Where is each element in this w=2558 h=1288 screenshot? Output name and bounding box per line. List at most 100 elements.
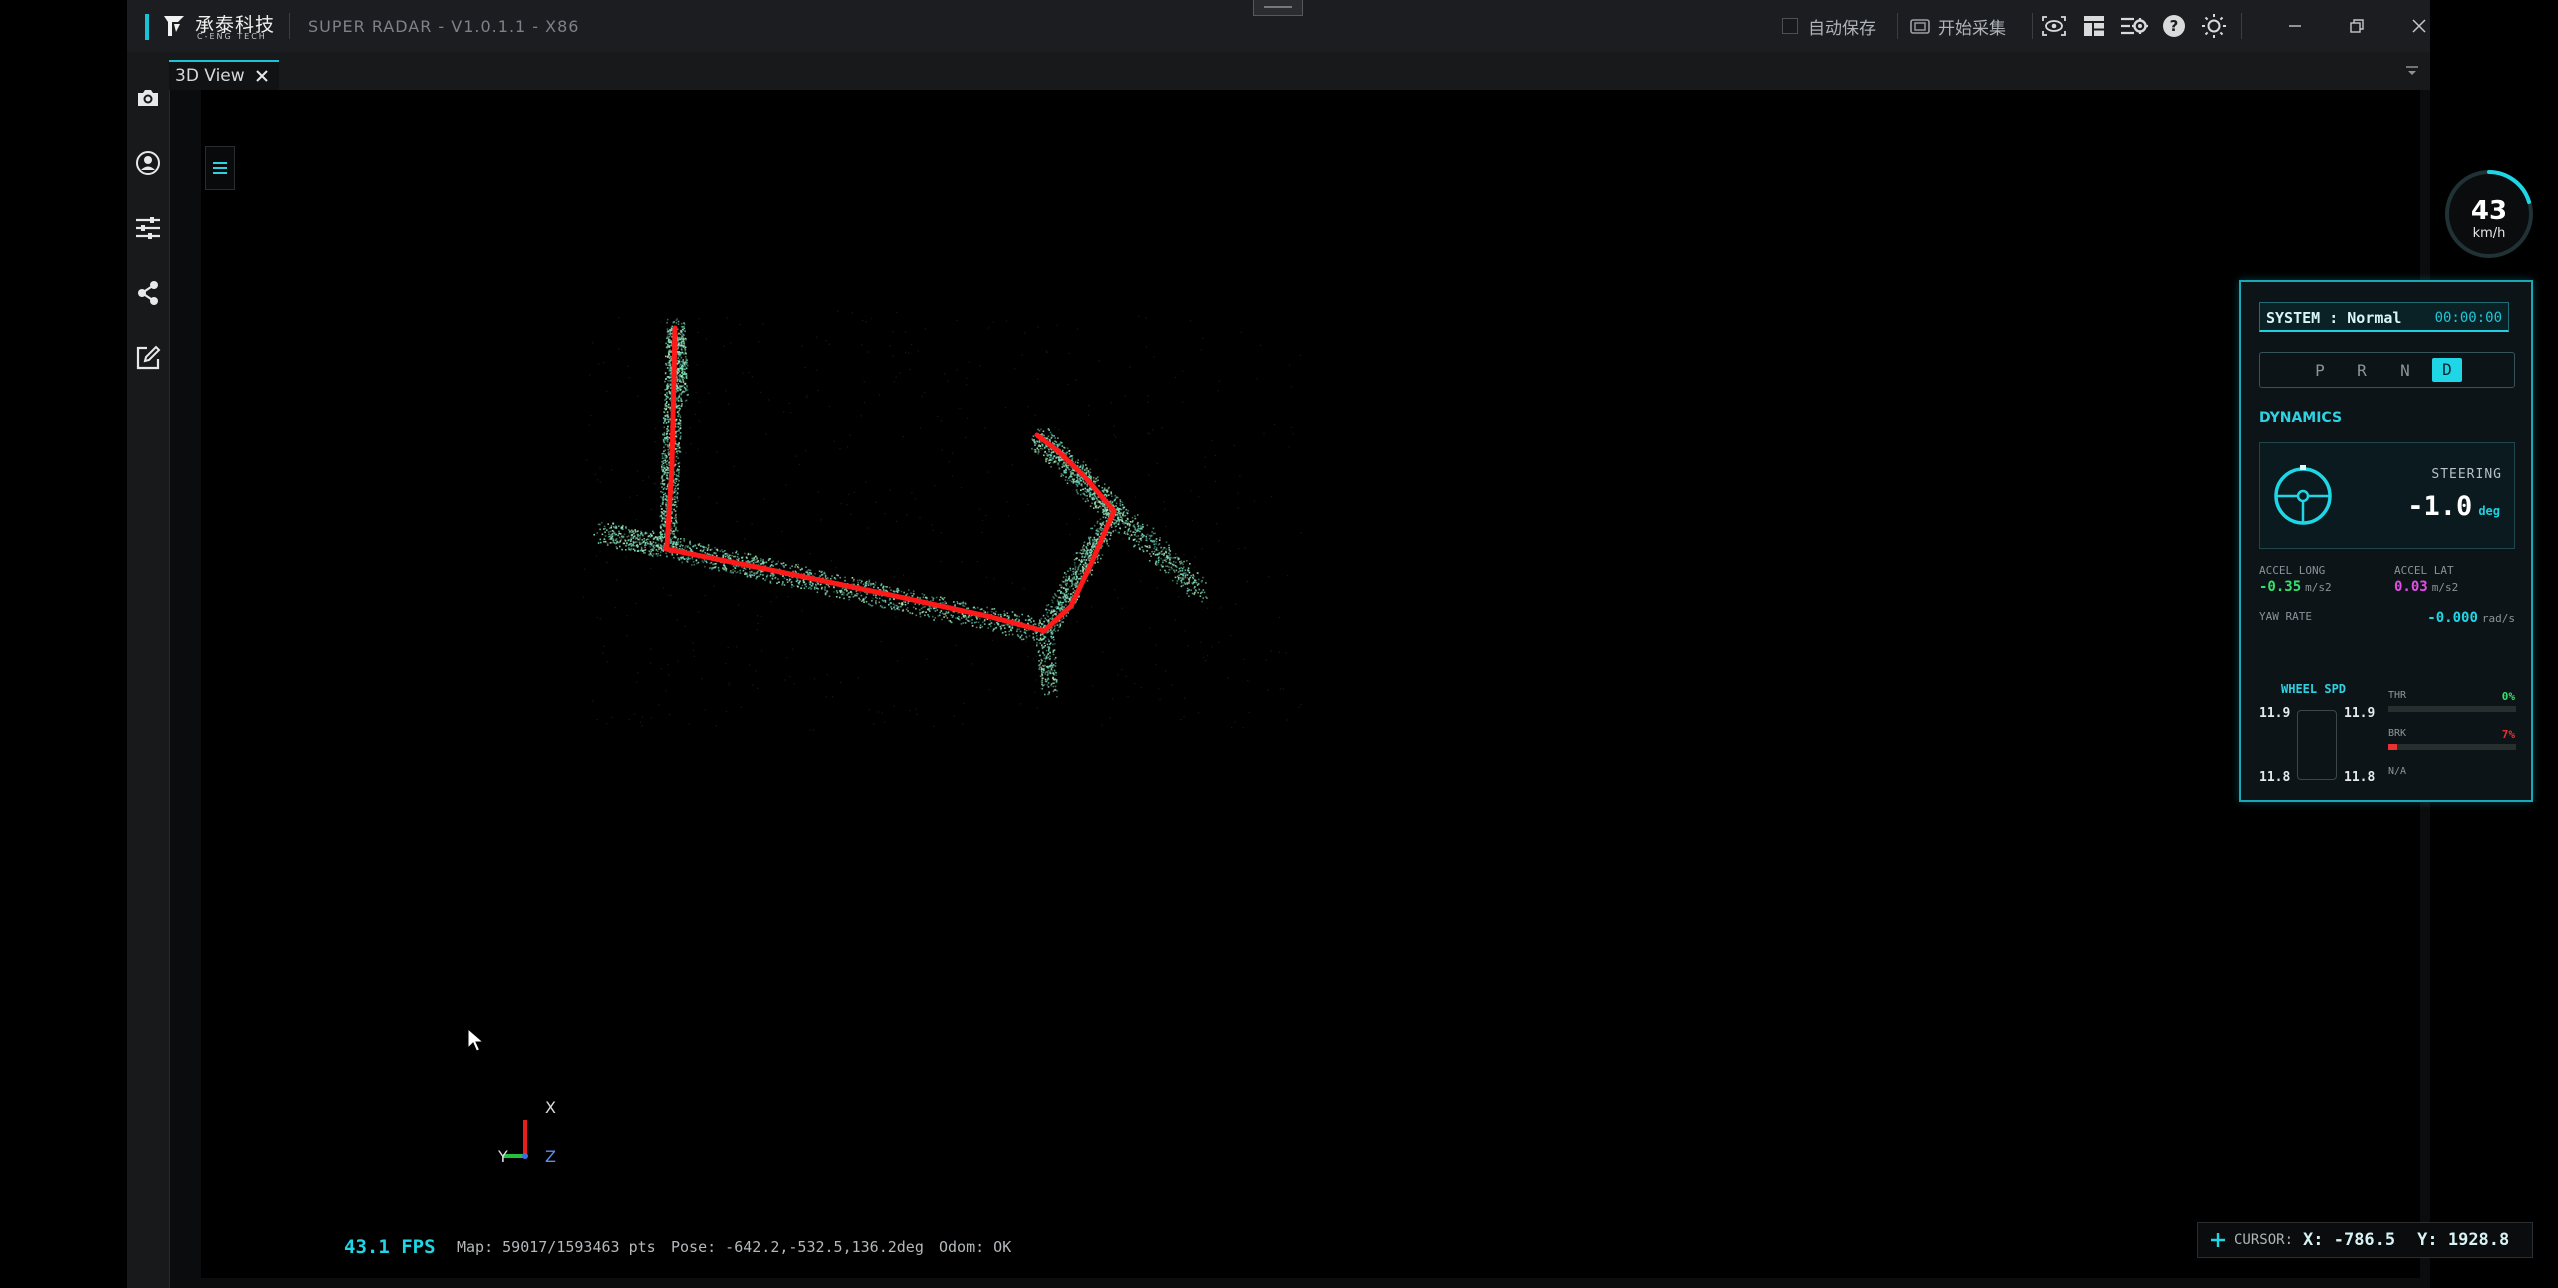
point-cloud-point bbox=[828, 405, 831, 407]
point-cloud-point bbox=[1054, 685, 1057, 688]
minimize-button[interactable] bbox=[2273, 10, 2317, 42]
point-cloud-point bbox=[1096, 530, 1098, 532]
point-cloud-point bbox=[681, 547, 683, 550]
point-cloud-point bbox=[809, 583, 811, 586]
point-cloud-point bbox=[599, 551, 601, 553]
help-icon[interactable]: ? bbox=[2159, 12, 2189, 40]
point-cloud-point bbox=[662, 523, 665, 526]
point-cloud-point bbox=[1047, 455, 1049, 457]
close-window-button[interactable] bbox=[2397, 10, 2441, 42]
point-cloud-point bbox=[689, 557, 692, 560]
sliders-icon[interactable] bbox=[134, 214, 162, 242]
point-cloud-point bbox=[1082, 461, 1085, 463]
eye-scan-icon[interactable] bbox=[2039, 12, 2069, 40]
point-cloud-point bbox=[1085, 464, 1087, 466]
autosave-checkbox[interactable]: 自动保存 bbox=[1782, 13, 1876, 39]
point-cloud-point bbox=[1202, 576, 1204, 579]
point-cloud-point bbox=[1057, 462, 1060, 464]
point-cloud-point bbox=[1168, 562, 1171, 564]
point-cloud-point bbox=[676, 445, 679, 448]
point-cloud-point bbox=[1140, 528, 1142, 530]
point-cloud-point bbox=[1139, 525, 1142, 527]
point-cloud-point bbox=[744, 538, 746, 540]
brightness-icon[interactable] bbox=[2199, 12, 2229, 40]
point-cloud-point bbox=[1088, 487, 1091, 490]
point-cloud-point bbox=[816, 587, 818, 589]
point-cloud-point bbox=[1084, 490, 1086, 493]
point-cloud-point bbox=[1059, 584, 1061, 586]
point-cloud-point bbox=[791, 565, 793, 567]
camera-icon[interactable] bbox=[134, 84, 162, 112]
point-cloud-point bbox=[678, 558, 680, 561]
point-cloud-point bbox=[1189, 576, 1191, 579]
layout-icon[interactable] bbox=[2079, 12, 2109, 40]
close-tab-icon[interactable] bbox=[255, 69, 269, 83]
point-cloud-point bbox=[1147, 395, 1149, 397]
point-cloud-point bbox=[1040, 449, 1042, 452]
point-cloud-point bbox=[1017, 635, 1020, 637]
point-cloud-point bbox=[1147, 401, 1149, 403]
point-cloud-point bbox=[1066, 523, 1068, 525]
point-cloud-point bbox=[1073, 577, 1076, 580]
point-cloud-point bbox=[678, 443, 680, 446]
tab-3d-view[interactable]: 3D View bbox=[169, 60, 279, 90]
point-cloud-point bbox=[634, 549, 636, 552]
point-cloud-point bbox=[1146, 539, 1148, 542]
point-cloud-point bbox=[667, 396, 669, 398]
point-cloud-point bbox=[893, 598, 895, 601]
point-cloud-point bbox=[1181, 567, 1184, 570]
point-cloud-point bbox=[679, 437, 682, 440]
point-cloud-point bbox=[679, 387, 681, 390]
point-cloud-point bbox=[1049, 431, 1052, 434]
point-cloud-point bbox=[931, 524, 933, 526]
point-cloud-point bbox=[831, 696, 834, 698]
start-capture-button[interactable]: 开始采集 bbox=[1910, 13, 2006, 39]
point-cloud-point bbox=[1100, 502, 1103, 505]
point-cloud-point bbox=[990, 625, 992, 627]
point-cloud-point bbox=[1086, 495, 1088, 497]
point-cloud-point bbox=[622, 528, 624, 530]
share-icon[interactable] bbox=[134, 279, 162, 307]
point-cloud-point bbox=[1081, 555, 1084, 557]
point-cloud-point bbox=[1187, 569, 1189, 571]
point-cloud-point bbox=[848, 598, 850, 601]
restore-button[interactable] bbox=[2335, 10, 2379, 42]
point-cloud-point bbox=[862, 583, 865, 586]
point-cloud-point bbox=[893, 380, 895, 382]
point-cloud-point bbox=[702, 545, 704, 548]
point-cloud-point bbox=[1150, 534, 1152, 537]
point-cloud-point bbox=[628, 377, 630, 379]
tab-menu-icon[interactable] bbox=[2404, 64, 2420, 78]
point-cloud-point bbox=[1152, 429, 1154, 431]
point-cloud-point bbox=[1038, 429, 1041, 432]
point-cloud-point bbox=[1082, 546, 1084, 548]
drag-handle[interactable] bbox=[1253, 0, 1303, 16]
edit-icon[interactable] bbox=[134, 344, 162, 372]
point-cloud-point bbox=[1152, 553, 1155, 555]
point-cloud-point bbox=[1074, 481, 1077, 483]
point-cloud-point bbox=[663, 512, 666, 515]
point-cloud-point bbox=[788, 402, 790, 404]
point-cloud-point bbox=[643, 552, 645, 554]
point-cloud-point bbox=[1127, 695, 1129, 698]
point-cloud-point bbox=[770, 572, 772, 575]
settings-panel-icon[interactable] bbox=[2119, 12, 2149, 40]
point-cloud-point bbox=[1120, 519, 1123, 522]
point-cloud-point bbox=[909, 612, 911, 614]
point-cloud-point bbox=[1182, 401, 1184, 403]
point-cloud-point bbox=[1041, 644, 1043, 647]
point-cloud-point bbox=[905, 331, 907, 333]
point-cloud-point bbox=[1075, 489, 1078, 491]
point-cloud-point bbox=[621, 548, 623, 551]
point-cloud-point bbox=[1062, 576, 1065, 579]
point-cloud-point bbox=[1102, 490, 1105, 493]
point-cloud-point bbox=[1145, 346, 1147, 348]
user-icon[interactable] bbox=[134, 149, 162, 177]
point-cloud-point bbox=[1201, 548, 1203, 550]
point-cloud-point bbox=[696, 364, 699, 366]
checkbox-box[interactable] bbox=[1782, 18, 1798, 34]
point-cloud-point bbox=[892, 603, 895, 605]
point-cloud-point bbox=[651, 549, 654, 551]
point-cloud-point bbox=[1051, 615, 1054, 617]
point-cloud-point bbox=[660, 511, 663, 513]
